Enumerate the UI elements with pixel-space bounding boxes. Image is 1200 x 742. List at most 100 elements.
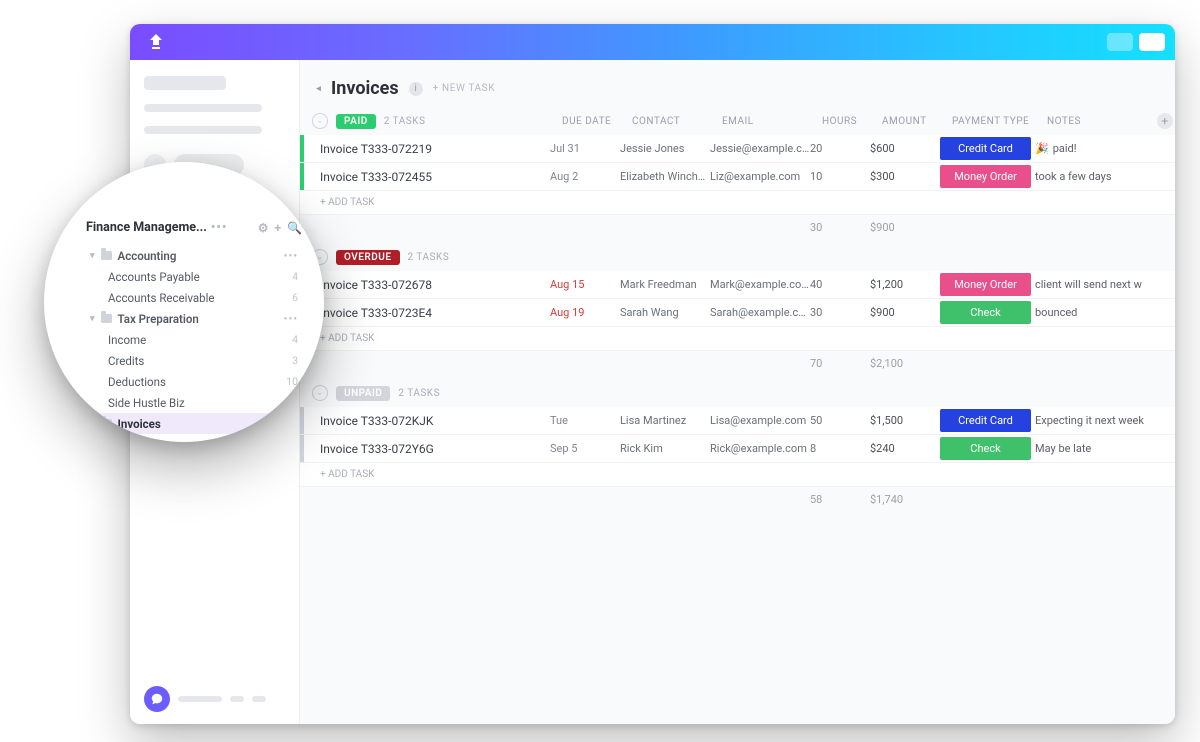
status-pill[interactable]: PAID <box>336 114 376 129</box>
plus-icon[interactable]: + <box>275 221 282 235</box>
sidebar-list-item[interactable]: Accounts Payable4 <box>86 266 302 287</box>
amount-cell[interactable]: $1,200 <box>870 278 940 291</box>
due-date[interactable]: Aug 2 <box>550 170 620 183</box>
status-pill[interactable]: UNPAID <box>336 386 390 401</box>
notes-cell[interactable]: Expecting it next week <box>1035 414 1145 427</box>
sidebar-list-item[interactable]: Accounts Receivable6 <box>86 287 302 308</box>
email-cell[interactable]: Jessie@example.com <box>710 142 810 155</box>
email-cell[interactable]: Liz@example.com <box>710 170 810 183</box>
more-icon[interactable]: ••• <box>284 417 298 430</box>
column-header[interactable]: CONTACT <box>632 116 722 127</box>
gear-icon[interactable]: ⚙ <box>258 221 269 235</box>
new-task-button[interactable]: + NEW TASK <box>433 83 495 94</box>
payment-type-badge[interactable]: Money Order <box>940 165 1031 188</box>
table-row[interactable]: Invoice T333-072Y6GSep 5Rick KimRick@exa… <box>300 435 1175 463</box>
column-header[interactable]: EMAIL <box>722 116 822 127</box>
hours-cell[interactable]: 20 <box>810 142 870 155</box>
notes-cell[interactable]: 🎉paid! <box>1035 142 1145 155</box>
payment-type-badge[interactable]: Credit Card <box>940 409 1031 432</box>
space-header[interactable]: Finance Manageme... ••• ⚙ + 🔍 <box>86 220 302 235</box>
sidebar-popout: Finance Manageme... ••• ⚙ + 🔍 ▾Accountin… <box>44 162 324 442</box>
email-cell[interactable]: Rick@example.com <box>710 442 810 455</box>
notes-cell[interactable]: May be late <box>1035 442 1145 455</box>
notes-cell[interactable]: took a few days <box>1035 170 1145 183</box>
topbar-toggle-a[interactable] <box>1107 33 1133 51</box>
more-icon[interactable]: ••• <box>284 312 298 325</box>
list-count: 4 <box>292 333 298 346</box>
sidebar-list-item[interactable]: Credits3 <box>86 350 302 371</box>
column-header[interactable]: PAYMENT TYPE <box>952 116 1047 127</box>
sidebar-list-item[interactable]: Invoices4 <box>86 434 302 442</box>
amount-cell[interactable]: $600 <box>870 142 940 155</box>
column-header[interactable]: NOTES <box>1047 116 1157 127</box>
contact-cell[interactable]: Lisa Martinez <box>620 414 710 427</box>
contact-cell[interactable]: Elizabeth Wincheste <box>620 170 710 183</box>
sidebar-list-item[interactable]: Side Hustle Biz6 <box>86 392 302 413</box>
table-row[interactable]: Invoice T333-072455Aug 2Elizabeth Winche… <box>300 163 1175 191</box>
due-date[interactable]: Sep 5 <box>550 442 620 455</box>
amount-cell[interactable]: $900 <box>870 306 940 319</box>
add-task-button[interactable]: + ADD TASK <box>300 463 1175 487</box>
due-date[interactable]: Tue <box>550 414 620 427</box>
table-row[interactable]: Invoice T333-072678Aug 15Mark FreedmanMa… <box>300 271 1175 299</box>
add-column-button[interactable]: + <box>1157 113 1173 129</box>
search-icon[interactable]: 🔍 <box>287 221 302 235</box>
folder-label: Tax Preparation <box>118 312 199 326</box>
hours-cell[interactable]: 40 <box>810 278 870 291</box>
notes-cell[interactable]: client will send next w <box>1035 278 1145 291</box>
add-task-button[interactable]: + ADD TASK <box>300 191 1175 215</box>
payment-type-badge[interactable]: Check <box>940 437 1031 460</box>
hours-cell[interactable]: 30 <box>810 306 870 319</box>
more-icon[interactable]: ••• <box>211 220 227 235</box>
info-icon[interactable]: i <box>409 82 423 96</box>
list-label: Accounts Receivable <box>108 291 215 305</box>
collapse-group-icon[interactable]: ⌄ <box>312 113 328 129</box>
contact-cell[interactable]: Rick Kim <box>620 442 710 455</box>
list-label: Deductions <box>108 375 166 389</box>
collapse-icon[interactable]: ▸ <box>316 83 321 94</box>
topbar-toggle-b[interactable] <box>1139 33 1165 51</box>
notes-cell[interactable]: bounced <box>1035 306 1145 319</box>
chat-icon[interactable] <box>144 686 170 712</box>
table-row[interactable]: Invoice T333-072KJKTueLisa MartinezLisa@… <box>300 407 1175 435</box>
due-date[interactable]: Jul 31 <box>550 142 620 155</box>
collapse-group-icon[interactable]: ⌄ <box>312 385 328 401</box>
contact-cell[interactable]: Sarah Wang <box>620 306 710 319</box>
column-header[interactable]: DUE DATE <box>562 116 632 127</box>
payment-type-badge[interactable]: Money Order <box>940 273 1031 296</box>
status-group: ⌄OVERDUE2 TASKSInvoice T333-072678Aug 15… <box>300 245 1175 375</box>
contact-cell[interactable]: Mark Freedman <box>620 278 710 291</box>
payment-type-badge[interactable]: Check <box>940 301 1031 324</box>
due-date[interactable]: Aug 19 <box>550 306 620 319</box>
sidebar-skeleton <box>230 696 244 702</box>
sidebar-folder[interactable]: ▾Invoices••• <box>86 413 302 434</box>
column-header[interactable]: AMOUNT <box>882 116 952 127</box>
tasks-count: 2 TASKS <box>398 388 440 399</box>
sidebar-list-item[interactable]: Income4 <box>86 329 302 350</box>
sidebar-list-item[interactable]: Deductions10 <box>86 371 302 392</box>
hours-cell[interactable]: 10 <box>810 170 870 183</box>
column-header[interactable]: HOURS <box>822 116 882 127</box>
email-cell[interactable]: Mark@example.com <box>710 278 810 291</box>
amount-cell[interactable]: $1,500 <box>870 414 940 427</box>
more-icon[interactable]: ••• <box>284 249 298 262</box>
task-name: Invoice T333-0723E4 <box>312 306 432 320</box>
add-task-button[interactable]: + ADD TASK <box>300 327 1175 351</box>
hours-cell[interactable]: 8 <box>810 442 870 455</box>
email-cell[interactable]: Lisa@example.com <box>710 414 810 427</box>
sidebar-footer <box>144 686 266 712</box>
amount-cell[interactable]: $240 <box>870 442 940 455</box>
status-pill[interactable]: OVERDUE <box>336 250 400 265</box>
list-count: 4 <box>292 438 298 442</box>
sidebar-skeleton <box>144 126 262 134</box>
sidebar-folder[interactable]: ▾Tax Preparation••• <box>86 308 302 329</box>
contact-cell[interactable]: Jessie Jones <box>620 142 710 155</box>
table-row[interactable]: Invoice T333-072219Jul 31Jessie JonesJes… <box>300 135 1175 163</box>
payment-type-badge[interactable]: Credit Card <box>940 137 1031 160</box>
hours-cell[interactable]: 50 <box>810 414 870 427</box>
email-cell[interactable]: Sarah@example.com <box>710 306 810 319</box>
sidebar-folder[interactable]: ▾Accounting••• <box>86 245 302 266</box>
amount-cell[interactable]: $300 <box>870 170 940 183</box>
due-date[interactable]: Aug 15 <box>550 278 620 291</box>
table-row[interactable]: Invoice T333-0723E4 Aug 19Sarah WangSarah… <box>300 299 1175 327</box>
